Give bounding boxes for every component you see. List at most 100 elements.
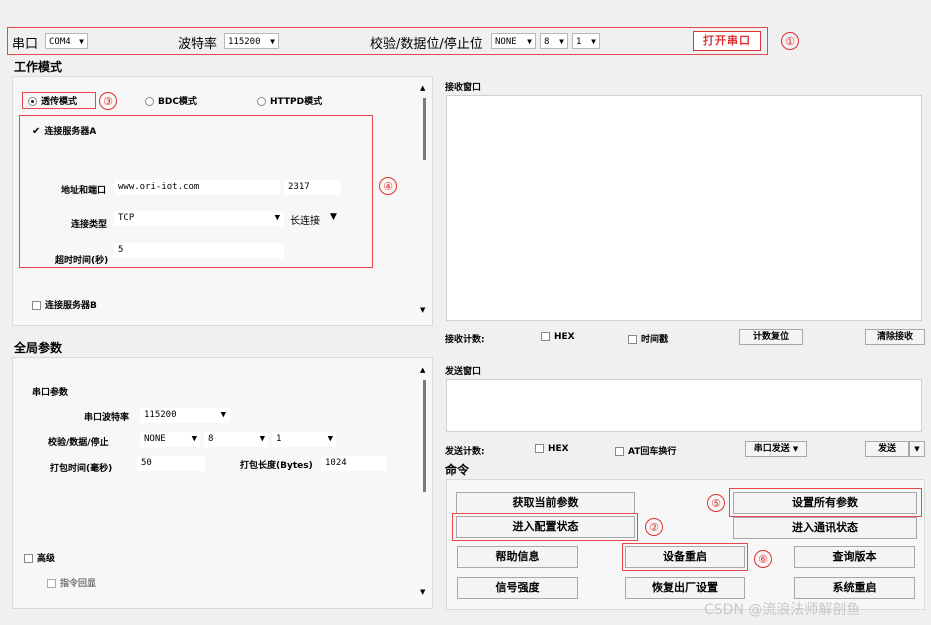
conn-type-label: 连接类型: [71, 220, 108, 230]
factory-reset-button[interactable]: 恢复出厂设置: [625, 577, 745, 599]
receive-count-label: 接收计数:: [445, 335, 485, 345]
g-databits-select[interactable]: 8 ▼: [204, 432, 268, 447]
conn-mode-chevron-icon[interactable]: ▼: [330, 212, 337, 222]
annotation-3: ③: [99, 92, 117, 110]
mode-bdc[interactable]: BDC模式: [145, 94, 197, 107]
checkbox-icon: [47, 579, 56, 588]
g-baud-select[interactable]: 115200 ▼: [140, 408, 230, 423]
g-baud-label: 串口波特率: [84, 413, 130, 423]
scroll-down-icon: ▼: [420, 306, 426, 314]
clear-receive-button[interactable]: 清除接收: [865, 329, 925, 345]
g-stopbits-select[interactable]: 1 ▼: [272, 432, 336, 447]
annotation-4: ④: [379, 177, 397, 195]
annotation-6: ⑥: [754, 550, 772, 568]
server-a-checkbox[interactable]: ✔ 连接服务器A: [32, 124, 96, 137]
annotation-1: ①: [781, 32, 799, 50]
commands-title: 命令: [445, 463, 470, 477]
enter-comm-button[interactable]: 进入通讯状态: [733, 517, 917, 539]
receive-textarea[interactable]: [446, 95, 922, 321]
serial-section-title: 串口参数: [32, 388, 69, 398]
send-title: 发送窗口: [445, 367, 482, 377]
help-button[interactable]: 帮助信息: [457, 546, 578, 568]
signal-strength-button[interactable]: 信号强度: [457, 577, 578, 599]
send-hex-checkbox[interactable]: HEX: [535, 444, 569, 454]
g-parity-select[interactable]: NONE ▼: [140, 432, 200, 447]
port-label: 串口: [12, 37, 39, 52]
chevron-down-icon: ▼: [259, 434, 265, 444]
chevron-down-icon: ▼: [792, 445, 799, 453]
mode-transparent[interactable]: 透传模式: [28, 94, 77, 107]
radio-icon: [145, 97, 154, 106]
pack-time-label: 打包时间(毫秒): [50, 464, 113, 474]
send-dropdown-button[interactable]: ▼: [909, 441, 925, 457]
server-b-checkbox[interactable]: 连接服务器B: [32, 298, 97, 311]
enter-config-highlight: [452, 513, 638, 541]
receive-title: 接收窗口: [445, 83, 482, 93]
watermark: CSDN @流浪法师解剖鱼: [704, 602, 861, 618]
conn-type-select[interactable]: TCP ▼: [114, 211, 284, 226]
global-title: 全局参数: [14, 341, 63, 355]
checkbox-icon: [32, 301, 41, 310]
annotation-5: ⑤: [707, 494, 725, 512]
timestamp-checkbox[interactable]: 时间戳: [628, 332, 668, 345]
port-select[interactable]: COM4 ▼: [45, 33, 88, 49]
scroll-thumb[interactable]: [423, 380, 426, 492]
timeout-input[interactable]: 5: [114, 243, 284, 258]
get-params-button[interactable]: 获取当前参数: [456, 492, 635, 514]
databits-select[interactable]: 8 ▼: [540, 33, 568, 49]
advanced-checkbox[interactable]: 高级: [24, 551, 55, 564]
port-input[interactable]: 2317: [284, 180, 341, 195]
annotation-2: ②: [645, 518, 663, 536]
global-scrollbar[interactable]: ▲ ▼: [420, 366, 428, 602]
workmode-scrollbar[interactable]: ▲ ▼: [420, 84, 428, 320]
scroll-thumb[interactable]: [423, 98, 426, 160]
baud-label: 波特率: [178, 37, 218, 52]
echo-checkbox[interactable]: 指令回显: [47, 576, 96, 589]
addr-input[interactable]: www.ori-iot.com: [114, 180, 280, 195]
chevron-down-icon: ▼: [79, 37, 84, 46]
chevron-down-icon: ▼: [274, 213, 280, 223]
pack-len-input[interactable]: 1024: [321, 456, 387, 471]
global-panel: [12, 357, 433, 609]
open-port-button[interactable]: 打开串口: [693, 31, 761, 51]
pack-time-input[interactable]: 50: [137, 456, 205, 471]
reset-count-button[interactable]: 计数复位: [739, 329, 803, 345]
chevron-down-icon: ▼: [527, 37, 532, 46]
addr-label: 地址和端口: [61, 186, 107, 196]
stopbits-select[interactable]: 1 ▼: [572, 33, 600, 49]
checkbox-icon: [24, 554, 33, 563]
chevron-down-icon: ▼: [220, 410, 226, 420]
chevron-down-icon: ▼: [914, 445, 920, 453]
checkbox-icon: [535, 444, 544, 453]
send-count-label: 发送计数:: [445, 447, 485, 457]
scroll-up-icon: ▲: [420, 84, 426, 92]
check-icon: ✔: [32, 126, 41, 137]
baud-select[interactable]: 115200 ▼: [224, 33, 279, 49]
parity-select[interactable]: NONE ▼: [491, 33, 536, 49]
set-all-highlight: [729, 488, 922, 517]
mode-httpd[interactable]: HTTPD模式: [257, 94, 322, 107]
pack-len-label: 打包长度(Bytes): [240, 461, 313, 471]
query-version-button[interactable]: 查询版本: [794, 546, 915, 568]
receive-hex-checkbox[interactable]: HEX: [541, 332, 575, 342]
workmode-title: 工作模式: [14, 60, 63, 74]
conn-mode-value[interactable]: 长连接: [290, 212, 320, 227]
chevron-down-icon: ▼: [591, 37, 596, 46]
scroll-up-icon: ▲: [420, 366, 426, 374]
chevron-down-icon: ▼: [270, 37, 275, 46]
send-mode-select[interactable]: 串口发送 ▼: [745, 441, 807, 457]
chevron-down-icon: ▼: [559, 37, 564, 46]
checkbox-icon: [615, 447, 624, 456]
send-button[interactable]: 发送: [865, 441, 909, 457]
check-label: 校验/数据位/停止位: [370, 37, 483, 52]
system-reboot-button[interactable]: 系统重启: [794, 577, 915, 599]
crlf-checkbox[interactable]: AT回车换行: [615, 444, 676, 457]
scroll-down-icon: ▼: [420, 588, 426, 596]
chevron-down-icon: ▼: [191, 434, 197, 444]
g-check-label: 校验/数据/停止: [48, 438, 109, 448]
radio-selected-icon: [28, 97, 37, 106]
send-textarea[interactable]: [446, 379, 922, 432]
device-reboot-highlight: [622, 543, 748, 571]
checkbox-icon: [541, 332, 550, 341]
timeout-label: 超时时间(秒): [55, 256, 109, 266]
